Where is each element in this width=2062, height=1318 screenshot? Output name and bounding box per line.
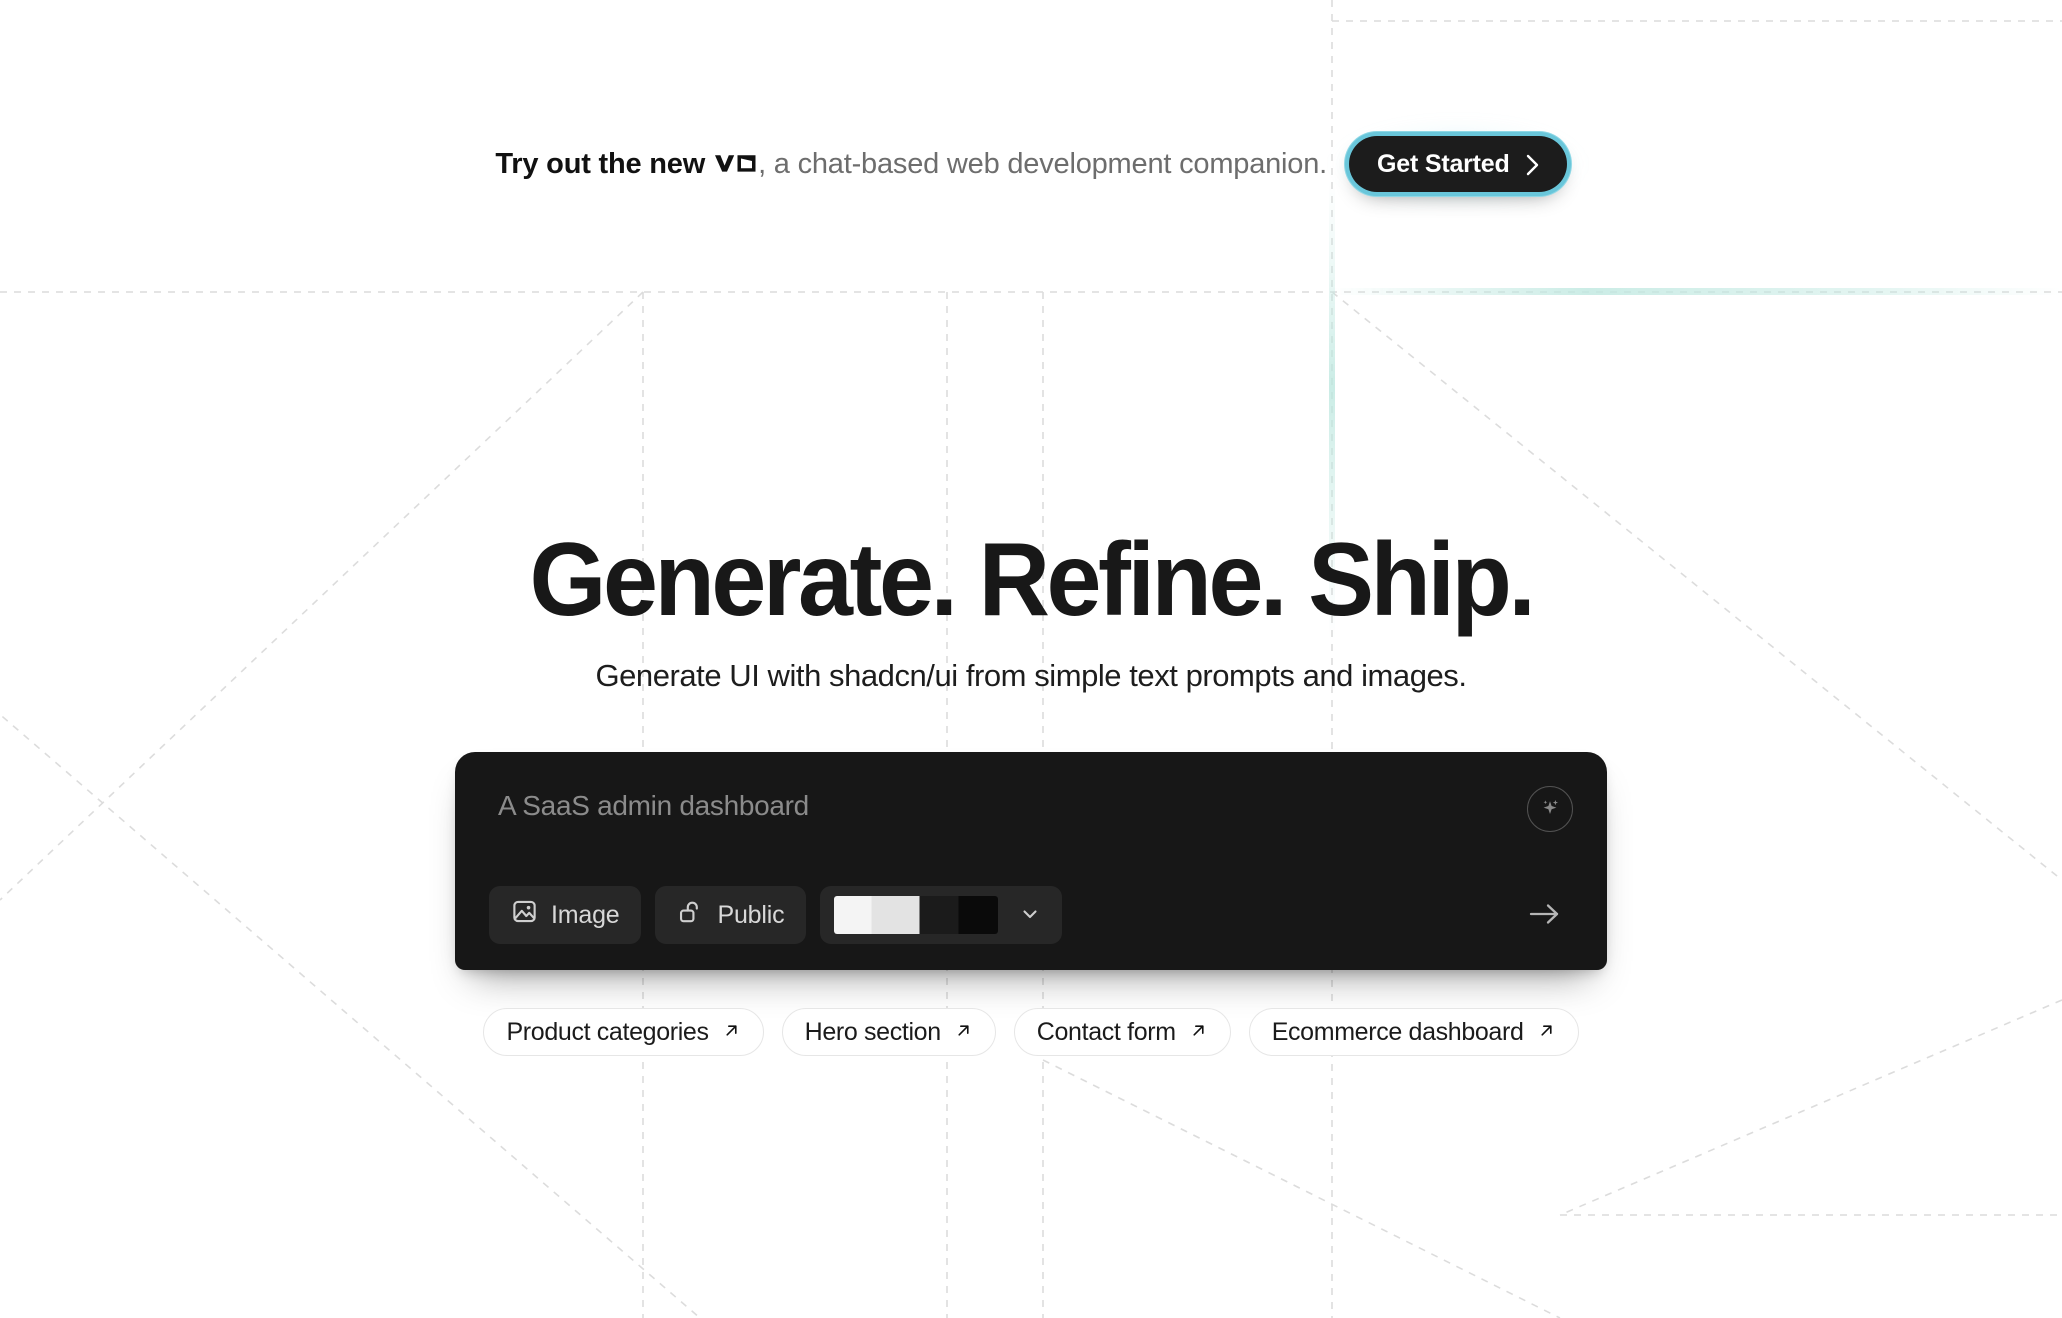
announcement-lead: Try out the new	[495, 147, 706, 180]
chevron-right-icon	[1524, 153, 1541, 177]
enhance-prompt-button[interactable]	[1527, 786, 1573, 832]
arrow-up-right-icon	[1537, 1018, 1556, 1047]
prompt-composer: Image Public	[455, 752, 1607, 970]
prompt-input[interactable]	[489, 790, 1527, 822]
suggestion-chip[interactable]: Product categories	[483, 1008, 764, 1056]
send-prompt-button[interactable]	[1517, 887, 1573, 943]
sparkles-icon	[1537, 795, 1563, 824]
arrow-up-right-icon	[1189, 1018, 1208, 1047]
get-started-label: Get Started	[1377, 149, 1510, 178]
v0-logo-icon	[714, 149, 758, 172]
arrow-up-right-icon	[954, 1018, 973, 1047]
suggestion-chip-label: Ecommerce dashboard	[1271, 1017, 1524, 1046]
attach-image-button[interactable]: Image	[489, 886, 642, 944]
attach-image-label: Image	[551, 900, 620, 929]
prompt-toolbar: Image Public	[489, 886, 1573, 944]
suggestion-chip-label: Product categories	[506, 1017, 709, 1046]
announcement-tail: , a chat-based web development companion…	[758, 147, 1328, 180]
get-started-wrapper: Get Started	[1331, 122, 1585, 206]
suggestion-chip[interactable]: Ecommerce dashboard	[1248, 1008, 1579, 1056]
get-started-button[interactable]: Get Started	[1349, 136, 1567, 192]
image-icon	[511, 898, 538, 932]
announcement-bar: Try out the new , a chat-based web devel…	[0, 122, 2062, 206]
suggestion-chip-label: Hero section	[804, 1017, 942, 1046]
suggestion-chip-label: Contact form	[1036, 1017, 1176, 1046]
chevron-down-icon	[1018, 902, 1042, 929]
prompt-box: Image Public	[455, 752, 1607, 970]
suggestion-chip[interactable]: Hero section	[781, 1008, 996, 1056]
model-name-redacted	[834, 896, 999, 934]
arrow-right-icon	[1527, 899, 1563, 932]
visibility-label: Public	[717, 900, 785, 929]
page-title: Generate. Refine. Ship.	[529, 522, 1536, 638]
announcement-text: Try out the new , a chat-based web devel…	[495, 148, 1327, 181]
arrow-up-right-icon	[722, 1018, 741, 1047]
prompt-top-row	[489, 786, 1573, 832]
unlock-icon	[677, 898, 704, 932]
hero-subtitle: Generate UI with shadcn/ui from simple t…	[595, 658, 1467, 694]
hero-section: Generate. Refine. Ship. Generate UI with…	[0, 522, 2062, 694]
model-selector[interactable]	[820, 886, 1063, 944]
suggestion-chip[interactable]: Contact form	[1013, 1008, 1231, 1056]
suggestion-chips: Product categories Hero section Contact …	[0, 1008, 2062, 1056]
visibility-toggle-button[interactable]: Public	[655, 886, 807, 944]
